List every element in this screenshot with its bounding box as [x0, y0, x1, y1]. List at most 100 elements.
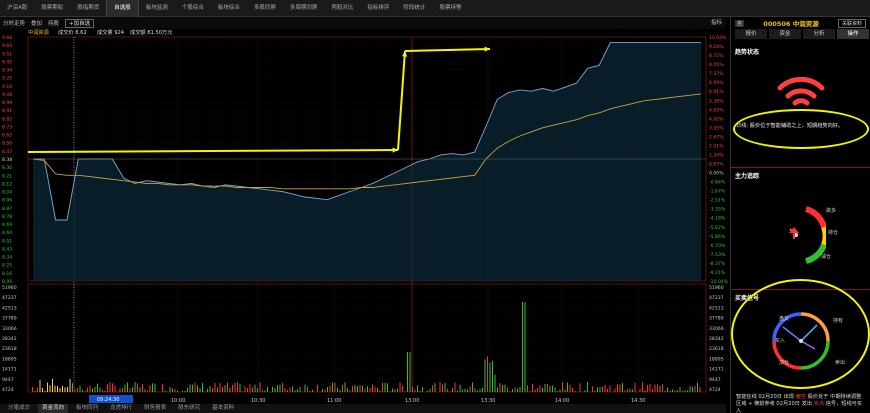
volume-bar	[584, 390, 586, 392]
volume-bar	[119, 388, 121, 392]
volume-bar	[634, 382, 636, 392]
price-tick-label: 8.43	[2, 246, 12, 252]
nav-tab[interactable]: 阶段统计	[396, 0, 432, 17]
volume-bar	[444, 382, 446, 392]
volume-bar	[272, 386, 273, 392]
volume-bar	[42, 388, 43, 392]
volume-bar	[537, 388, 538, 392]
volume-bar	[47, 382, 48, 392]
volume-bar	[409, 352, 411, 392]
volume-bar	[32, 387, 33, 392]
nav-tab[interactable]: 自选股	[106, 0, 139, 17]
related-info-button[interactable]: 关联资料	[837, 18, 866, 28]
price-tick-label: 8.21	[2, 173, 12, 179]
nav-tab[interactable]: 股票持警	[432, 0, 468, 17]
nav-tab[interactable]: 个股综合	[175, 0, 211, 17]
hold-button[interactable]: 持股	[48, 19, 59, 27]
nav-tab[interactable]: 板块综合	[211, 0, 247, 17]
pct-tick-label: -6.70%	[709, 243, 726, 249]
volume-bar	[162, 383, 163, 392]
volume-tick-label: 47237	[2, 295, 17, 301]
volume-bar	[132, 387, 133, 392]
bottom-tab[interactable]: 财务报表	[140, 404, 170, 413]
volume-bar	[317, 384, 318, 392]
nav-tab[interactable]: 股票期权	[34, 0, 70, 17]
volume-bar	[699, 386, 701, 392]
sidebar-tab[interactable]: 操作	[837, 29, 869, 39]
pct-tick-label: 4.69%	[709, 107, 724, 113]
annotation-arrow	[397, 50, 406, 151]
pct-tick-label: 9.26%	[709, 44, 724, 50]
nav-tab[interactable]: 股指期货	[70, 0, 106, 17]
volume-bar	[442, 384, 443, 392]
period-selector[interactable]: 分时走势	[3, 19, 25, 27]
nav-tab[interactable]: 指标排序	[360, 0, 396, 17]
volume-bar	[362, 385, 363, 392]
price-tick-label: 9.60	[2, 43, 12, 49]
volume-bar	[324, 389, 326, 392]
volume-bar	[682, 390, 683, 392]
price-tick-label: 8.30	[2, 165, 12, 171]
volume-bar	[214, 382, 216, 392]
volume-bar	[104, 390, 106, 392]
volume-bar	[519, 387, 521, 392]
volume-bar	[307, 386, 308, 392]
pct-tick-label: -4.18%	[709, 216, 726, 222]
volume-tick-label: 28342	[2, 336, 17, 342]
price-tick-label: 8.82	[2, 116, 12, 122]
volume-tick-label: 9447	[709, 377, 721, 383]
trend-title: 趋势状态	[735, 49, 760, 56]
volume-bar	[562, 382, 563, 392]
volume-bar	[547, 384, 548, 392]
volume-bar	[502, 385, 503, 392]
volume-bar	[449, 391, 451, 392]
volume-bar	[597, 387, 598, 392]
pct-tick-label: 7.37%	[709, 71, 724, 77]
intraday-chart[interactable]: 中润资源 成交价 8.62 成交量 924 成交额 81.50万元 9.68 9.60 9.…	[0, 29, 730, 404]
price-tick-label: 8.60	[2, 230, 12, 236]
volume-bar	[472, 382, 473, 392]
pct-tick-label: 0.00%	[709, 171, 724, 177]
bottom-tab[interactable]: 资金流向	[38, 404, 69, 413]
nav-tab[interactable]: 两股对比	[324, 0, 360, 17]
volume-bar	[609, 385, 611, 392]
nav-tab[interactable]: 沪深A股	[0, 0, 34, 17]
indicator-button[interactable]: 指标	[711, 18, 722, 26]
bottom-tab[interactable]: 分笔成交	[4, 404, 34, 413]
volume-bar	[77, 387, 78, 392]
bottom-tab[interactable]: 股东研究	[174, 404, 204, 413]
sidebar-tab[interactable]: 报价	[735, 29, 767, 39]
pct-tick-label: 2.01%	[709, 143, 724, 149]
volume-bar	[232, 384, 233, 392]
main-force-title: 主力追踪	[735, 173, 760, 180]
bottom-tab[interactable]: 龙虎排行	[106, 404, 136, 413]
volume-bar	[147, 390, 148, 392]
volume-bar	[57, 386, 58, 392]
volume-bar	[49, 385, 51, 392]
overlay-button[interactable]: 叠加	[31, 19, 42, 27]
volume-bar	[257, 388, 258, 392]
nav-tab[interactable]: 多股同屏	[247, 0, 283, 17]
volume-tick-label: 51960	[709, 285, 724, 291]
volume-bar	[617, 384, 618, 392]
volume-bar	[329, 385, 331, 392]
volume-bar	[629, 388, 631, 392]
pct-tick-label: 3.35%	[709, 125, 724, 131]
bottom-tab[interactable]: 板块同列	[72, 404, 102, 413]
nav-tab[interactable]: 多周期同屏	[283, 0, 325, 17]
bottom-tab[interactable]: 基本资料	[208, 404, 238, 413]
volume-bar	[137, 383, 138, 392]
volume-bar	[109, 382, 111, 392]
volume-bar	[672, 389, 673, 392]
add-watchlist-button[interactable]: +加自选	[65, 18, 95, 28]
volume-bar	[67, 387, 68, 392]
sidebar-tab[interactable]: 分析	[803, 29, 835, 39]
volume-bar	[94, 387, 96, 392]
volume-tick-label: 4724	[2, 387, 14, 393]
volume-bar	[484, 359, 486, 392]
pct-tick-label: -0.84%	[709, 180, 726, 186]
nav-tab[interactable]: 板块监测	[139, 0, 175, 17]
volume-bar	[464, 388, 466, 392]
sidebar-tab[interactable]: 资金	[769, 29, 801, 39]
pct-tick-label: 10.04%	[709, 35, 727, 41]
